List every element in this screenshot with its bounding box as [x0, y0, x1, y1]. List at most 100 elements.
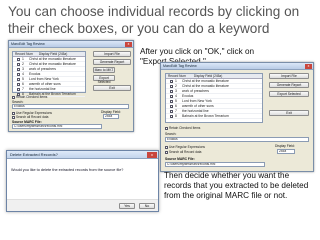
checkbox-box: [12, 95, 15, 99]
record-number: 7: [175, 109, 177, 113]
record-display-text: Bahrain at the Brown Terrarium: [182, 114, 229, 118]
record-display-text: Christ at the monastic literature: [29, 57, 76, 61]
checkbox-box: [165, 145, 168, 149]
checkbox-box: [165, 150, 168, 154]
record-number: 4: [22, 72, 24, 76]
checked-checkbox[interactable]: ✓: [170, 114, 174, 118]
record-number: 6: [175, 104, 177, 108]
retain-checked-label: Retain Checked Items: [16, 95, 48, 99]
record-list[interactable]: Record Num Display Field (245a) 1 Christ …: [12, 51, 86, 97]
tag-review-window-left: MarcEdit Tag Review x Record Num Display…: [8, 40, 134, 132]
record-display-text: the horizontal line: [29, 87, 56, 91]
window-title: MarcEdit Tag Review: [163, 64, 197, 68]
retain-checked-checkbox[interactable]: Retain Checked Items: [12, 95, 47, 99]
record-number: 8: [175, 114, 177, 118]
record-number: 3: [175, 89, 177, 93]
record-number: 2: [175, 84, 177, 88]
checkbox-box: [12, 115, 15, 119]
checkbox[interactable]: [17, 62, 20, 66]
export-selected-button[interactable]: Export Selected: [93, 75, 115, 84]
marc-to-mkt-button[interactable]: Marc to MKT: [93, 67, 115, 73]
exit-button[interactable]: Exit: [269, 110, 309, 116]
checked-checkbox[interactable]: ✓: [170, 84, 174, 88]
checkbox[interactable]: [17, 72, 20, 76]
checked-checkbox[interactable]: ✓: [170, 104, 174, 108]
window-titlebar: MarcEdit Tag Review x: [9, 41, 133, 48]
caption-delete-decision: Then decide whether you want the records…: [164, 171, 309, 201]
dialog-titlebar: Delete Extracted Records? x: [7, 151, 158, 159]
record-display-text: the horizontal line: [182, 109, 209, 113]
import-file-button[interactable]: Import File: [93, 51, 131, 57]
checked-checkbox[interactable]: ✓: [170, 94, 174, 98]
yes-button[interactable]: Yes: [119, 203, 135, 209]
dialog-message: Would you like to delete the extracted r…: [11, 168, 124, 172]
checkbox[interactable]: [17, 57, 20, 61]
column-record-num[interactable]: Record Num: [166, 74, 186, 78]
column-record-num[interactable]: Record Num: [13, 52, 33, 56]
exit-button[interactable]: Exit: [93, 85, 131, 91]
regex-checkbox[interactable]: Use Regular Expressions: [165, 145, 205, 149]
search-input[interactable]: Exodus: [12, 104, 129, 109]
display-field-input[interactable]: 245a: [103, 114, 119, 119]
record-number: 1: [22, 57, 24, 61]
checkbox[interactable]: [170, 89, 173, 93]
record-display-text: Lord from New York: [29, 77, 59, 81]
source-file-input[interactable]: C:\users\myfiles\marc\records.mrc: [165, 162, 265, 167]
generate-report-button[interactable]: Generate Report: [93, 59, 131, 65]
record-list[interactable]: Record Num Display Field (245a) ✓ 1 Christ…: [165, 73, 263, 123]
record-number: 7: [22, 87, 24, 91]
column-display-field[interactable]: Display Field (245a): [186, 74, 222, 78]
record-number: 3: [22, 67, 24, 71]
retain-checked-checkbox[interactable]: Retain Checked Items: [165, 126, 200, 130]
dialog-footer: Yes No: [7, 199, 158, 211]
record-row[interactable]: ✓ 8 Bahrain at the Brown Terrarium: [166, 114, 262, 119]
search-all-label: Search all Record data: [169, 150, 202, 154]
search-label: Search:: [165, 132, 177, 136]
close-icon[interactable]: x: [147, 152, 157, 158]
record-number: 5: [175, 99, 177, 103]
checkbox[interactable]: [17, 67, 20, 71]
record-display-text: warmth of other suns: [182, 104, 214, 108]
record-display-text: warmth of other suns: [29, 82, 61, 86]
no-button[interactable]: No: [139, 203, 155, 209]
source-file-input[interactable]: C:\users\myfiles\marc\records.mrc: [12, 124, 102, 129]
delete-records-dialog: Delete Extracted Records? x Would you li…: [6, 150, 159, 212]
record-display-text: Exodus: [182, 94, 194, 98]
record-display-text: Christ at the monastic literature: [182, 84, 229, 88]
column-display-field[interactable]: Display Field (245a): [33, 52, 67, 56]
search-all-label: Search all Record data: [16, 115, 49, 119]
dialog-title: Delete Extracted Records?: [10, 152, 58, 157]
generate-report-button[interactable]: Generate Report: [269, 82, 309, 88]
tag-review-window-right: MarcEdit Tag Review x Record Num Display…: [160, 62, 314, 172]
display-field-input[interactable]: 245a: [277, 149, 295, 154]
import-file-button[interactable]: Import File: [269, 73, 309, 79]
source-file-label: Source MARC File:: [165, 157, 195, 161]
search-input[interactable]: Exodus: [165, 137, 309, 142]
window-title: MarcEdit Tag Review: [11, 42, 45, 46]
checkbox[interactable]: [17, 87, 20, 91]
record-number: 5: [22, 77, 24, 81]
checkbox[interactable]: [170, 99, 173, 103]
checked-checkbox[interactable]: ✓: [170, 79, 174, 83]
record-number: 6: [22, 82, 24, 86]
record-display-text: Christ at the monastic literature: [29, 62, 76, 66]
export-selected-button[interactable]: Export Selected: [269, 91, 309, 97]
checkbox[interactable]: [170, 109, 173, 113]
checkbox-box: [165, 126, 168, 130]
search-all-checkbox[interactable]: Search all Record data: [165, 150, 201, 154]
display-field-label: Display Field:: [275, 144, 295, 148]
record-display-text: Lord from New York: [182, 99, 212, 103]
record-display-text: Exodus: [29, 72, 41, 76]
record-display-text: work of preachers: [29, 67, 56, 71]
record-number: 2: [22, 62, 24, 66]
record-display-text: Christ at the monastic literature: [182, 79, 229, 83]
window-titlebar: MarcEdit Tag Review x: [161, 63, 313, 70]
record-number: 1: [175, 79, 177, 83]
close-icon[interactable]: x: [125, 42, 132, 47]
record-display-text: work of preachers: [182, 89, 209, 93]
checkbox[interactable]: [17, 82, 20, 86]
close-icon[interactable]: x: [305, 64, 312, 69]
checkbox[interactable]: [17, 77, 20, 81]
record-number: 4: [175, 94, 177, 98]
search-all-checkbox[interactable]: Search all Record data: [12, 115, 48, 119]
